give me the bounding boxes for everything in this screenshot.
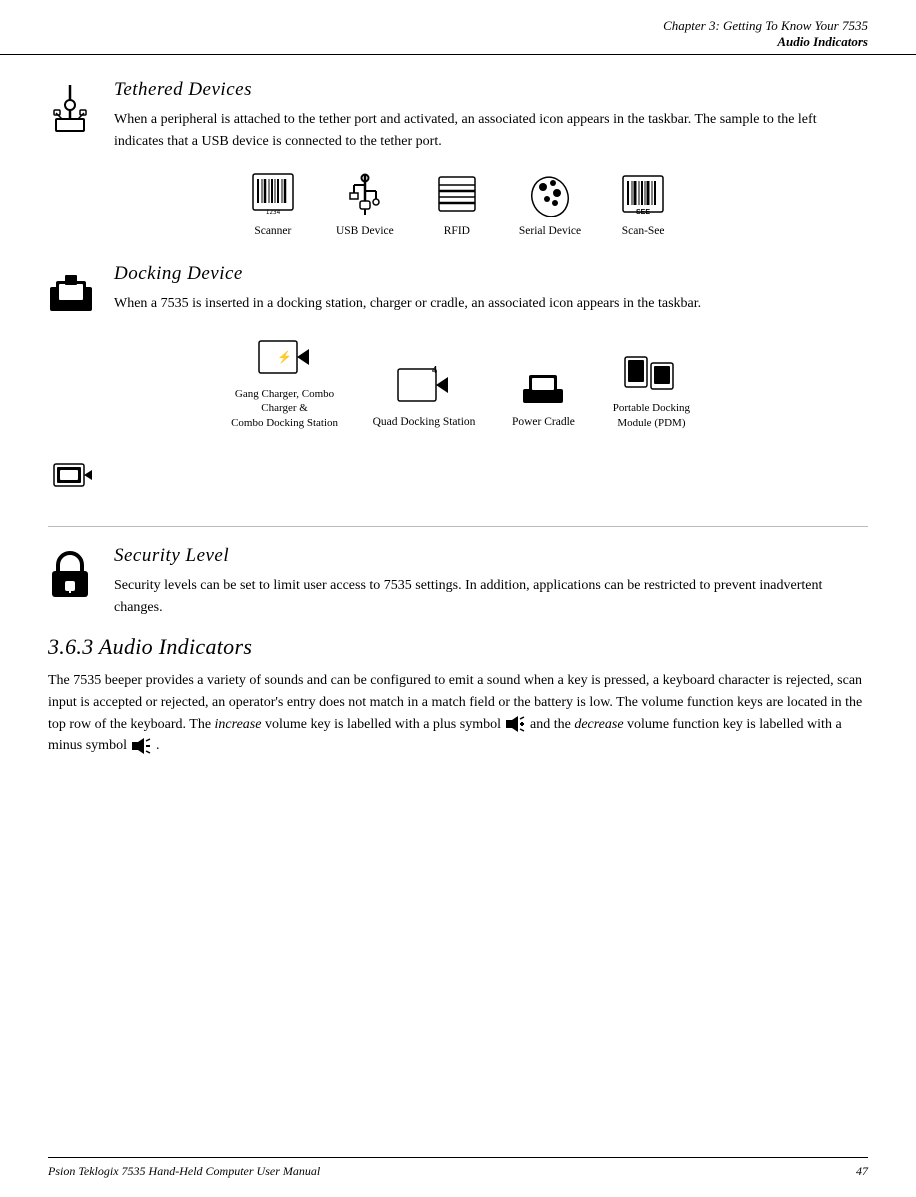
quad-docking-label: Quad Docking Station <box>373 415 476 430</box>
main-content: Tethered Devices When a peripheral is at… <box>0 55 916 777</box>
volume-down-icon <box>130 737 152 755</box>
rfid-icon <box>433 170 481 218</box>
usb-device-label: USB Device <box>336 224 394 239</box>
header-chapter: Chapter 3: Getting To Know Your 7535 <box>48 18 868 34</box>
quad-docking-item: 4 Quad Docking Station <box>373 361 476 430</box>
serial-device-icon <box>526 170 574 218</box>
svg-text:⚡: ⚡ <box>277 350 292 364</box>
pdm-label: Portable Docking Module (PDM) <box>613 401 690 430</box>
tethered-body: Tethered Devices When a peripheral is at… <box>114 79 868 152</box>
serial-device-label: Serial Device <box>519 224 581 239</box>
pdm-item: Portable Docking Module (PDM) <box>611 347 691 430</box>
audio-text-3: and the <box>530 717 574 732</box>
gang-charger-icon: ⚡ <box>257 333 313 381</box>
svg-text:SEE: SEE <box>636 209 650 216</box>
page-container: Chapter 3: Getting To Know Your 7535 Aud… <box>0 0 916 1197</box>
svg-text:1234: 1234 <box>266 209 281 216</box>
docking-icon-grid: ⚡ Gang Charger, Combo Charger & Combo Do… <box>48 333 868 430</box>
power-cradle-label: Power Cradle <box>512 415 575 430</box>
docking-title: Docking Device <box>114 263 868 285</box>
header-section: Audio Indicators <box>48 34 868 50</box>
scanner-label: Scanner <box>254 224 291 239</box>
tethered-icon-grid: 1234 Scanner <box>48 170 868 239</box>
usb-device-item: USB Device <box>335 170 395 239</box>
audio-text-italic2: decrease <box>574 717 623 732</box>
footer-left: Psion Teklogix 7535 Hand-Held Computer U… <box>48 1164 320 1179</box>
security-section: Security Level Security levels can be se… <box>48 545 868 618</box>
docking-text: When a 7535 is inserted in a docking sta… <box>114 293 868 315</box>
audio-text-italic1: increase <box>215 717 262 732</box>
docking-section: Docking Device When a 7535 is inserted i… <box>48 263 868 315</box>
tethered-title: Tethered Devices <box>114 79 868 101</box>
tethered-section: Tethered Devices When a peripheral is at… <box>48 79 868 152</box>
scan-see-item: SEE Scan-See <box>613 170 673 239</box>
charger-standalone-icon <box>48 454 96 502</box>
scan-see-label: Scan-See <box>622 224 665 239</box>
page-footer: Psion Teklogix 7535 Hand-Held Computer U… <box>48 1157 868 1179</box>
audio-text: The 7535 beeper provides a variety of so… <box>48 670 868 757</box>
tethered-text: When a peripheral is attached to the tet… <box>114 109 868 152</box>
tethered-icon <box>48 83 96 135</box>
security-section-icon <box>48 549 96 599</box>
gang-charger-label: Gang Charger, Combo Charger & Combo Dock… <box>225 387 345 430</box>
security-text: Security levels can be set to limit user… <box>114 575 868 618</box>
docking-body: Docking Device When a 7535 is inserted i… <box>114 263 868 315</box>
quad-docking-icon: 4 <box>396 361 452 409</box>
page-header: Chapter 3: Getting To Know Your 7535 Aud… <box>0 0 916 55</box>
audio-text-5: . <box>156 738 160 753</box>
power-cradle-icon <box>515 361 571 409</box>
rfid-item: RFID <box>427 170 487 239</box>
rfid-label: RFID <box>444 224 470 239</box>
security-title: Security Level <box>114 545 868 567</box>
svg-text:4: 4 <box>432 365 437 376</box>
scanner-icon: 1234 <box>249 170 297 218</box>
docking-section-icon <box>48 267 96 313</box>
audio-text-2: volume key is labelled with a plus symbo… <box>261 717 504 732</box>
power-cradle-item: Power Cradle <box>503 361 583 430</box>
audio-subsection-title: 3.6.3 Audio Indicators <box>48 634 868 660</box>
serial-device-item: Serial Device <box>519 170 581 239</box>
divider <box>48 526 868 527</box>
pdm-icon <box>623 347 679 395</box>
usb-device-icon <box>341 170 389 218</box>
gang-charger-item: ⚡ Gang Charger, Combo Charger & Combo Do… <box>225 333 345 430</box>
volume-up-icon <box>504 715 526 733</box>
footer-right: 47 <box>856 1164 868 1179</box>
scanner-item: 1234 Scanner <box>243 170 303 239</box>
scan-see-icon: SEE <box>619 170 667 218</box>
security-body: Security Level Security levels can be se… <box>114 545 868 618</box>
